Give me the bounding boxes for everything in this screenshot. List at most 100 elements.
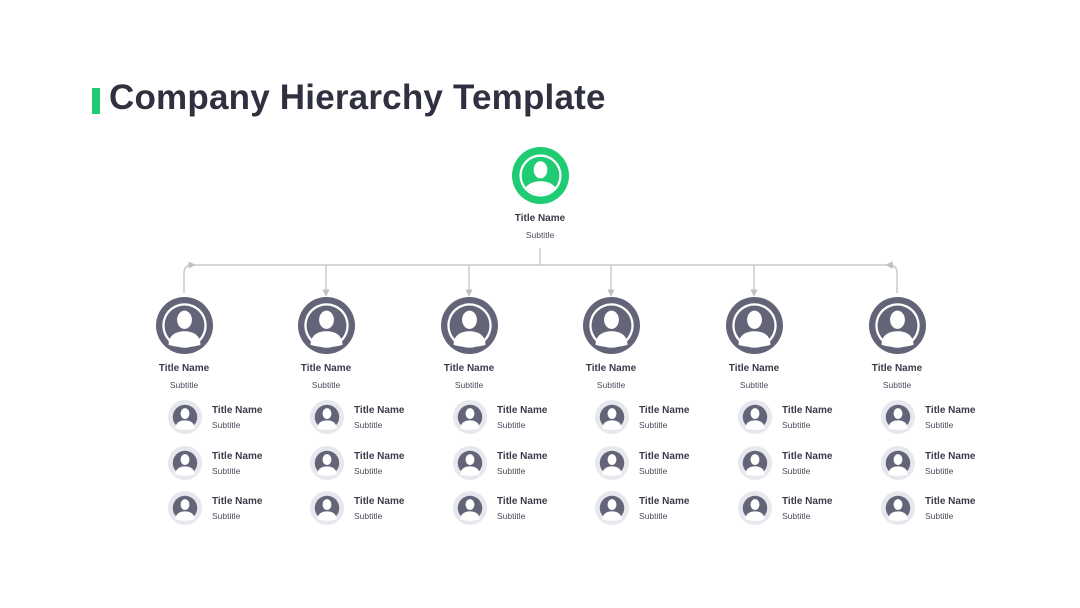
report-title: Title Name <box>354 450 405 462</box>
manager-subtitle: Subtitle <box>882 380 912 390</box>
report-subtitle: Subtitle <box>639 420 668 430</box>
report-subtitle: Subtitle <box>354 420 383 430</box>
report-subtitle: Subtitle <box>497 511 526 521</box>
root-title: Title Name <box>514 213 566 224</box>
person-icon <box>596 401 628 433</box>
report-title: Title Name <box>782 496 833 507</box>
manager-subtitle: Subtitle <box>169 380 199 390</box>
person-icon <box>454 446 486 479</box>
person-icon <box>882 401 914 433</box>
report-avatar[interactable] <box>168 400 202 434</box>
person-icon <box>739 492 771 524</box>
report-avatar[interactable] <box>310 445 344 480</box>
report-title: Title Name <box>354 496 405 507</box>
manager-title: Title Name <box>728 363 780 374</box>
report-subtitle: Subtitle <box>497 465 526 476</box>
report-avatar[interactable] <box>453 400 487 434</box>
report-subtitle: Subtitle <box>212 511 241 521</box>
report-title: Title Name <box>782 405 833 416</box>
report-avatar[interactable] <box>168 445 202 480</box>
manager-title: Title Name <box>443 363 495 374</box>
manager-subtitle: Subtitle <box>454 380 484 390</box>
report-subtitle: Subtitle <box>497 420 526 430</box>
report-title: Title Name <box>925 496 976 507</box>
person-icon <box>882 446 914 479</box>
report-title: Title Name <box>639 496 690 507</box>
report-subtitle: Subtitle <box>925 420 954 430</box>
manager-avatar[interactable] <box>155 297 213 354</box>
report-avatar[interactable] <box>881 491 915 525</box>
person-icon <box>588 303 634 348</box>
report-subtitle: Subtitle <box>782 511 811 521</box>
report-subtitle: Subtitle <box>212 465 241 476</box>
manager-title: Title Name <box>585 363 637 374</box>
manager-subtitle: Subtitle <box>739 380 769 390</box>
manager-title: Title Name <box>300 363 352 374</box>
person-icon <box>311 401 343 433</box>
report-subtitle: Subtitle <box>782 465 811 476</box>
report-title: Title Name <box>212 450 263 462</box>
person-icon <box>454 492 486 524</box>
report-title: Title Name <box>212 405 263 416</box>
person-icon <box>596 492 628 524</box>
branch-drop <box>885 261 898 293</box>
manager-subtitle: Subtitle <box>596 380 626 390</box>
person-icon <box>169 446 201 479</box>
report-avatar[interactable] <box>738 400 772 434</box>
report-avatar[interactable] <box>168 491 202 525</box>
report-subtitle: Subtitle <box>782 420 811 430</box>
person-icon <box>519 154 562 197</box>
person-icon <box>739 446 771 479</box>
person-icon <box>311 492 343 524</box>
report-avatar[interactable] <box>595 400 629 434</box>
manager-avatar[interactable] <box>297 297 355 354</box>
report-title: Title Name <box>354 405 405 416</box>
report-title: Title Name <box>782 450 833 462</box>
branch-drop <box>183 261 196 293</box>
person-icon <box>303 303 349 348</box>
root-avatar[interactable] <box>512 147 569 204</box>
person-icon <box>596 446 628 479</box>
manager-title: Title Name <box>871 363 923 374</box>
report-subtitle: Subtitle <box>639 465 668 476</box>
manager-avatar[interactable] <box>868 297 926 354</box>
report-avatar[interactable] <box>310 400 344 434</box>
report-avatar[interactable] <box>738 445 772 480</box>
report-subtitle: Subtitle <box>354 511 383 521</box>
person-icon <box>169 492 201 524</box>
report-avatar[interactable] <box>881 445 915 480</box>
person-icon <box>446 303 492 348</box>
report-avatar[interactable] <box>881 400 915 434</box>
person-icon <box>454 401 486 433</box>
person-icon <box>161 303 207 348</box>
report-title: Title Name <box>212 496 263 507</box>
person-icon <box>311 446 343 479</box>
report-title: Title Name <box>639 450 690 462</box>
report-title: Title Name <box>497 496 548 507</box>
report-avatar[interactable] <box>738 491 772 525</box>
person-icon <box>731 303 777 348</box>
root-subtitle: Subtitle <box>525 230 555 240</box>
report-subtitle: Subtitle <box>212 420 241 430</box>
report-avatar[interactable] <box>453 445 487 480</box>
manager-avatar[interactable] <box>725 297 783 354</box>
report-title: Title Name <box>497 450 548 462</box>
person-icon <box>882 492 914 524</box>
report-title: Title Name <box>497 405 548 416</box>
report-avatar[interactable] <box>453 491 487 525</box>
report-subtitle: Subtitle <box>925 465 954 476</box>
report-title: Title Name <box>925 405 976 416</box>
report-avatar[interactable] <box>595 491 629 525</box>
manager-subtitle: Subtitle <box>311 380 341 390</box>
report-avatar[interactable] <box>595 445 629 480</box>
person-icon <box>739 401 771 433</box>
person-icon <box>874 303 920 348</box>
manager-avatar[interactable] <box>582 297 640 354</box>
report-title: Title Name <box>639 405 690 416</box>
report-avatar[interactable] <box>310 491 344 525</box>
report-subtitle: Subtitle <box>639 511 668 521</box>
manager-avatar[interactable] <box>440 297 498 354</box>
person-icon <box>169 401 201 433</box>
report-subtitle: Subtitle <box>354 465 383 476</box>
report-title: Title Name <box>925 450 976 462</box>
